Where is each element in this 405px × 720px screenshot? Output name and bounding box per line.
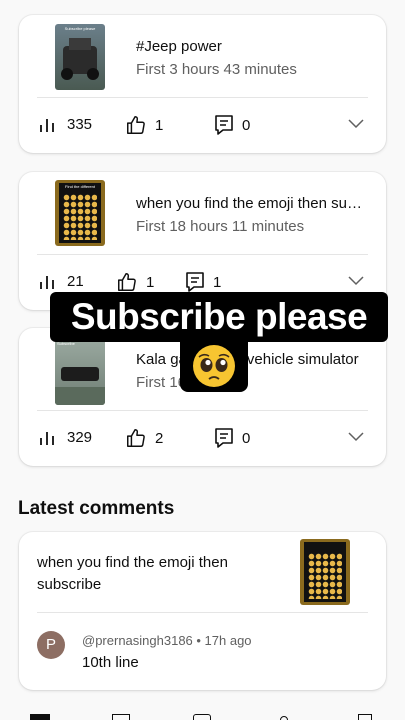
video-thumbnail[interactable]: Subscribe please (55, 24, 105, 90)
video-stats-row: 335 1 0 (39, 114, 364, 138)
comment-text: 10th line (82, 654, 139, 671)
divider (37, 612, 368, 613)
divider (37, 410, 368, 411)
comment-video-title[interactable]: when you find the emoji then subscribe (37, 552, 257, 596)
thumbnail-caption: Subscribe please (64, 26, 96, 31)
comment-author-line: @prernasingh3186 • 17h ago (82, 633, 252, 648)
avatar-letter: P (45, 636, 56, 653)
comment-icon (215, 115, 233, 135)
comment-icon (215, 428, 233, 448)
views-stat[interactable]: 329 (39, 427, 92, 447)
views-stat[interactable]: 335 (39, 114, 92, 134)
thumbs-up-icon (118, 273, 136, 291)
likes-stat[interactable]: 1 (116, 271, 154, 293)
comments-count: 1 (213, 273, 222, 291)
video-title[interactable]: when you find the emoji then subscribe (136, 195, 368, 212)
thumbs-up-icon (127, 429, 145, 447)
comments-count: 0 (242, 116, 251, 134)
comments-count: 0 (242, 429, 251, 447)
bar-chart-icon (40, 276, 54, 289)
expand-button[interactable] (348, 429, 364, 447)
divider (37, 254, 368, 255)
avatar[interactable]: P (37, 631, 65, 659)
video-stats-subtitle: First 3 hours 43 minutes (136, 61, 297, 78)
bar-chart-icon (40, 119, 54, 132)
analytics-icon[interactable] (193, 714, 211, 720)
comment-icon (186, 272, 204, 292)
views-count: 335 (67, 115, 93, 133)
chevron-down-icon (348, 432, 364, 442)
earn-icon[interactable] (358, 714, 372, 720)
overlay-caption: Subscribe please (50, 292, 388, 342)
bar-chart-icon (40, 432, 54, 445)
thumbnail-caption: Find the different (65, 184, 95, 189)
likes-stat[interactable]: 1 (125, 114, 163, 136)
video-thumbnail[interactable]: Subscribe (55, 339, 105, 405)
views-stat[interactable]: 21 (39, 271, 84, 291)
views-count: 329 (67, 428, 93, 446)
video-thumbnail[interactable]: Find the different (55, 180, 105, 246)
likes-count: 2 (155, 429, 164, 447)
video-stats-row: 329 2 0 (39, 427, 364, 451)
comments-stat[interactable]: 0 (214, 114, 250, 136)
video-card[interactable]: Subscribe please #Jeep power First 3 hou… (19, 15, 386, 153)
section-title-latest-comments: Latest comments (18, 498, 175, 519)
likes-stat[interactable]: 2 (125, 427, 163, 449)
likes-count: 1 (155, 116, 164, 134)
comments-stat[interactable]: 0 (214, 427, 250, 449)
video-title[interactable]: #Jeep power (136, 38, 368, 55)
pleading-face-icon (180, 340, 248, 392)
expand-button[interactable] (348, 116, 364, 134)
comment-card[interactable]: when you find the emoji then subscribe P… (19, 532, 386, 690)
divider (37, 97, 368, 98)
bottom-navigation (0, 710, 405, 720)
views-count: 21 (67, 272, 84, 290)
video-card[interactable]: Find the different when you find the emo… (19, 172, 386, 310)
comments-stat[interactable]: 1 (185, 271, 221, 293)
likes-count: 1 (146, 273, 155, 291)
video-title[interactable]: Kala gadi indian vehicle simulator (136, 351, 368, 368)
video-stats-subtitle: First 18 hours 11 minutes (136, 218, 305, 235)
thumbs-up-icon (127, 116, 145, 134)
chevron-down-icon (348, 119, 364, 129)
comment-video-thumbnail[interactable] (300, 539, 350, 605)
dashboard-icon[interactable] (30, 714, 50, 720)
content-icon[interactable] (112, 714, 130, 720)
comments-nav-icon[interactable] (280, 716, 288, 720)
expand-button[interactable] (348, 273, 364, 291)
chevron-down-icon (348, 276, 364, 286)
